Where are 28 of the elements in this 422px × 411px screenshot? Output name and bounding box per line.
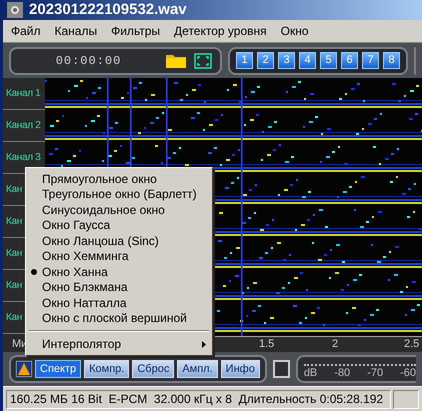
app-icon xyxy=(7,2,23,18)
meter-tick-label: -60 xyxy=(400,366,416,380)
warning-triangle-icon[interactable] xyxy=(16,361,32,377)
menu-item[interactable]: Файл xyxy=(11,22,41,40)
menu-item[interactable]: Фильтры xyxy=(111,22,160,40)
axis-tick-label: 2.5 xyxy=(404,338,420,351)
view-tab[interactable]: Спектр xyxy=(35,360,82,378)
folder-icon[interactable] xyxy=(166,53,186,68)
time-display: 00:00:00 xyxy=(54,52,122,70)
status-text: 160.25 МБ 16 Bit E-PCM 32.000 кГц x 8 Длительность 0:05:28.192 xyxy=(10,391,384,408)
menu-item[interactable]: Детектор уровня xyxy=(174,22,267,40)
meter-tick-label: -70 xyxy=(367,366,384,380)
menu-item[interactable]: Каналы xyxy=(54,22,98,40)
stop-button[interactable] xyxy=(272,360,290,378)
submenu-arrow-icon xyxy=(202,340,206,348)
meter-tick-label: -80 xyxy=(334,366,350,380)
axis-tick-label: 2 xyxy=(332,338,338,351)
view-tab[interactable]: Компр. xyxy=(84,360,130,378)
status-panel xyxy=(393,390,419,408)
view-tab[interactable]: Ампл. xyxy=(177,360,218,378)
window-title: 202301222109532.wav xyxy=(29,0,187,20)
view-tab[interactable]: Инфо xyxy=(220,360,260,378)
meter-unit-label: dB xyxy=(304,366,318,380)
submenu-item[interactable]: Интерполятор xyxy=(26,336,212,352)
view-tab[interactable]: Сброс xyxy=(132,360,174,378)
axis-tick-label: 1.5 xyxy=(259,338,274,351)
menu-item[interactable]: Окно xyxy=(280,22,309,40)
fit-screen-icon[interactable] xyxy=(194,52,212,68)
